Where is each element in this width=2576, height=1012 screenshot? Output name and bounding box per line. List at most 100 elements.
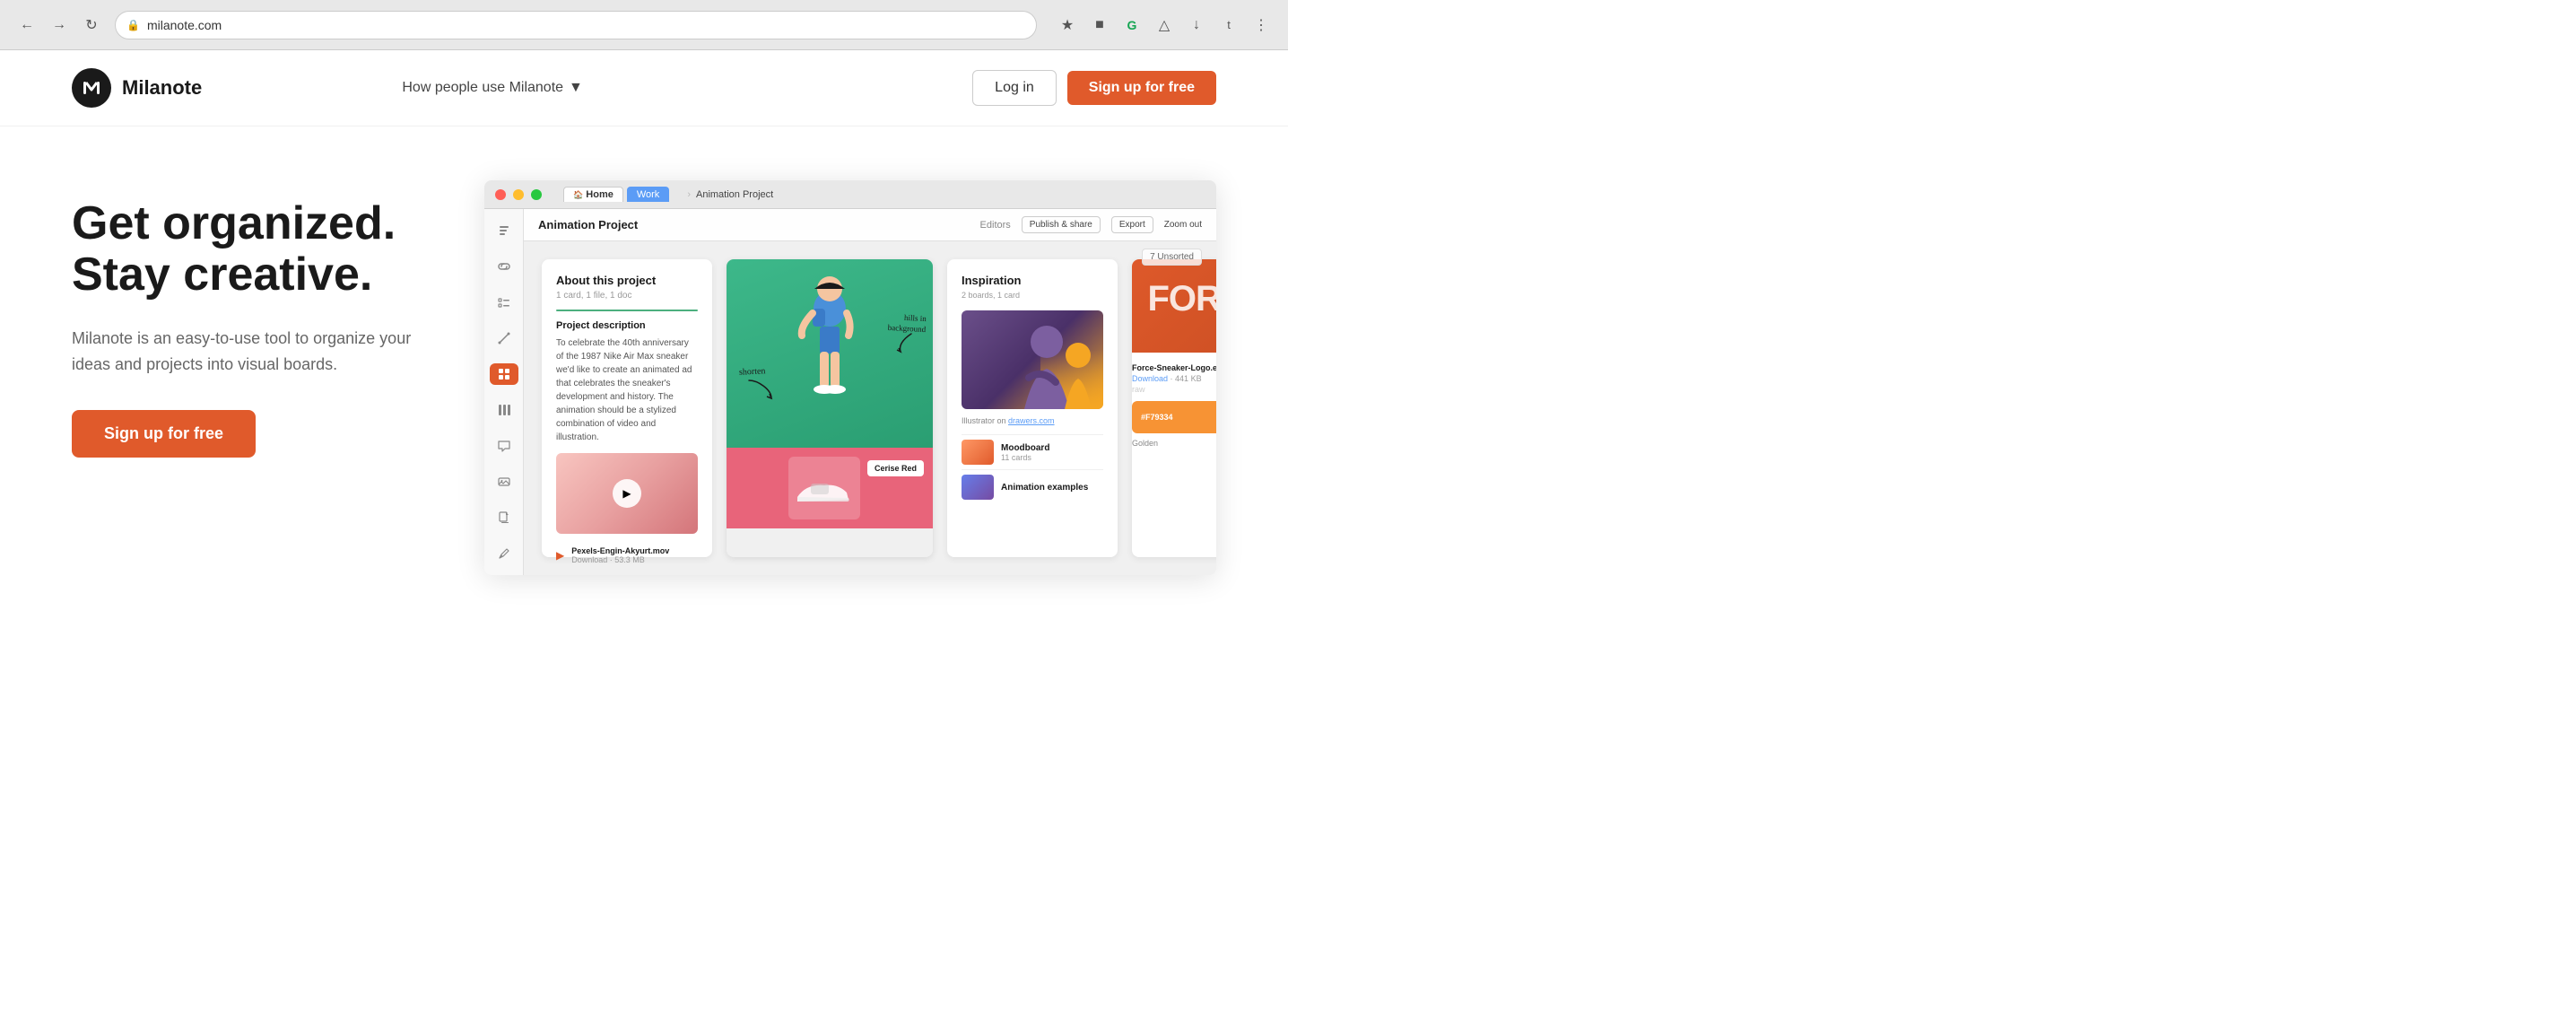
- hero-title-line2: Stay creative.: [72, 249, 372, 301]
- nav-actions: Log in Sign up for free: [972, 70, 1216, 106]
- ext-grammarly[interactable]: G: [1119, 13, 1144, 38]
- logo[interactable]: Milanote: [72, 68, 202, 108]
- lock-icon: 🔒: [126, 19, 140, 31]
- card-illustration: shorten hills inbackground: [727, 259, 933, 557]
- app-canvas: Animation Project Editors Publish & shar…: [524, 209, 1216, 575]
- card-video-thumbnail: ▶: [556, 453, 698, 534]
- login-button[interactable]: Log in: [972, 70, 1057, 106]
- logo-text: Milanote: [122, 76, 202, 100]
- color-swatch-golden: #F79334: [1132, 401, 1216, 433]
- signup-button-header[interactable]: Sign up for free: [1067, 71, 1216, 105]
- inspiration-title: Inspiration: [962, 274, 1103, 287]
- golden-name: Golden: [1132, 439, 1216, 448]
- card-inspiration: Inspiration 2 boards, 1 card: [947, 259, 1118, 557]
- how-people-use-button[interactable]: How people use Milanote ▼: [391, 73, 594, 103]
- video-file-size: Download · 53.3 MB: [571, 555, 669, 564]
- color-label: Cerise Red: [867, 460, 924, 476]
- video-file-name: Pexels-Engin-Akyurt.mov: [571, 546, 669, 555]
- hero-left: Get organized. Stay creative. Milanote i…: [72, 180, 431, 458]
- card-description-label: Project description: [556, 320, 698, 331]
- inspiration-image: [962, 310, 1103, 409]
- tool-link[interactable]: [490, 256, 518, 277]
- force-logo-bg: FORCE.: [1132, 259, 1216, 353]
- hero-title: Get organized. Stay creative.: [72, 198, 431, 301]
- unsorted-badge: 7 Unsorted: [1142, 249, 1202, 266]
- hero-title-line1: Get organized.: [72, 197, 396, 249]
- board-animation-examples[interactable]: Animation examples: [962, 469, 1103, 504]
- app-screenshot: 🏠 Home Work › Animation Project: [484, 180, 1216, 575]
- tab-work[interactable]: Work: [627, 187, 669, 202]
- back-button[interactable]: ←: [14, 13, 39, 38]
- illustration-top: shorten hills inbackground: [727, 259, 933, 448]
- browser-extensions: ★ ■ G △ ↓ t ⋮: [1055, 13, 1274, 38]
- animation-board-name: Animation examples: [1001, 483, 1088, 493]
- person-illustration: [780, 264, 879, 448]
- editors-label[interactable]: Editors: [980, 220, 1011, 231]
- nav-menu-label: How people use Milanote: [402, 80, 563, 96]
- card-about-subtitle: 1 card, 1 file, 1 doc: [556, 291, 698, 301]
- url-text: milanote.com: [147, 18, 222, 32]
- force-brand-text: FORCE.: [1147, 279, 1216, 319]
- page: Milanote How people use Milanote ▼ Log i…: [0, 50, 1288, 593]
- canvas-title: Animation Project: [538, 218, 638, 231]
- app-breadcrumb: › Animation Project: [687, 189, 773, 200]
- address-bar[interactable]: 🔒 milanote.com: [115, 11, 1037, 39]
- card-force: FORCE. Force-Sneaker-Logo.eps Download ·…: [1132, 259, 1216, 557]
- card-description-text: To celebrate the 40th anniversary of the…: [556, 336, 698, 444]
- force-file-action[interactable]: Download · 441 KB: [1132, 374, 1216, 383]
- tab-home[interactable]: 🏠 Home: [563, 187, 623, 202]
- tool-line[interactable]: [490, 327, 518, 349]
- force-file-size: · 441 KB: [1171, 374, 1202, 383]
- chevron-down-icon: ▼: [569, 80, 583, 96]
- app-titlebar: 🏠 Home Work › Animation Project: [484, 180, 1216, 209]
- illustration-bottom: Cerise Red: [727, 448, 933, 528]
- breadcrumb-sep: ›: [687, 189, 691, 200]
- moodboard-name: Moodboard: [1001, 443, 1049, 453]
- star-icon[interactable]: ★: [1055, 13, 1080, 38]
- ext-3[interactable]: △: [1152, 13, 1177, 38]
- tool-board[interactable]: [490, 363, 518, 385]
- sneaker-thumbnail: [788, 457, 860, 519]
- illustrator-credit: Illustrator on drawers.com: [962, 416, 1103, 425]
- card-client-brief: T≡ Client Brief 0 words: [556, 570, 698, 575]
- force-file: Force-Sneaker-Logo.eps Download · 441 KB…: [1132, 363, 1216, 401]
- refresh-button[interactable]: ↻: [79, 13, 104, 38]
- publish-button[interactable]: Publish & share: [1022, 216, 1101, 233]
- ext-t[interactable]: t: [1216, 13, 1241, 38]
- tool-todo[interactable]: [490, 292, 518, 313]
- app-tabs: 🏠 Home Work: [563, 187, 669, 202]
- tool-upload[interactable]: [490, 507, 518, 528]
- card-video-file: ▶ Pexels-Engin-Akyurt.mov Download · 53.…: [556, 541, 698, 570]
- nav-center: How people use Milanote ▼: [391, 73, 594, 103]
- tool-comment[interactable]: [490, 435, 518, 457]
- app-sidebar: [484, 209, 524, 575]
- force-file-type: raw: [1132, 385, 1216, 394]
- canvas-actions: Editors Publish & share Export Zoom out: [980, 216, 1202, 233]
- nav-buttons: ← → ↻: [14, 13, 104, 38]
- menu-icon[interactable]: ⋮: [1249, 13, 1274, 38]
- hero-section: Get organized. Stay creative. Milanote i…: [0, 126, 1288, 593]
- cards-area: About this project 1 card, 1 file, 1 doc…: [524, 241, 1216, 575]
- tool-draw[interactable]: [490, 543, 518, 564]
- card-about: About this project 1 card, 1 file, 1 doc…: [542, 259, 712, 557]
- tool-notes[interactable]: [490, 220, 518, 241]
- card-about-title: About this project: [556, 274, 698, 287]
- inspiration-subtitle: 2 boards, 1 card: [962, 291, 1103, 300]
- forward-button[interactable]: →: [47, 13, 72, 38]
- ext-1[interactable]: ■: [1087, 13, 1112, 38]
- golden-color-label: #F79334: [1141, 413, 1173, 422]
- hero-description: Milanote is an easy-to-use tool to organ…: [72, 326, 431, 378]
- ext-download[interactable]: ↓: [1184, 13, 1209, 38]
- tool-add-image[interactable]: [490, 471, 518, 493]
- animation-board-thumb: [962, 475, 994, 500]
- signup-button-hero[interactable]: Sign up for free: [72, 410, 256, 458]
- export-button[interactable]: Export: [1111, 216, 1153, 233]
- zoom-button[interactable]: Zoom out: [1164, 220, 1202, 230]
- logo-icon: [72, 68, 111, 108]
- site-header: Milanote How people use Milanote ▼ Log i…: [0, 50, 1288, 126]
- app-body: Animation Project Editors Publish & shar…: [484, 209, 1216, 575]
- tool-column[interactable]: [490, 399, 518, 421]
- board-moodboard[interactable]: Moodboard 11 cards: [962, 434, 1103, 469]
- moodboard-thumb: [962, 440, 994, 465]
- traffic-light-red: [495, 189, 506, 200]
